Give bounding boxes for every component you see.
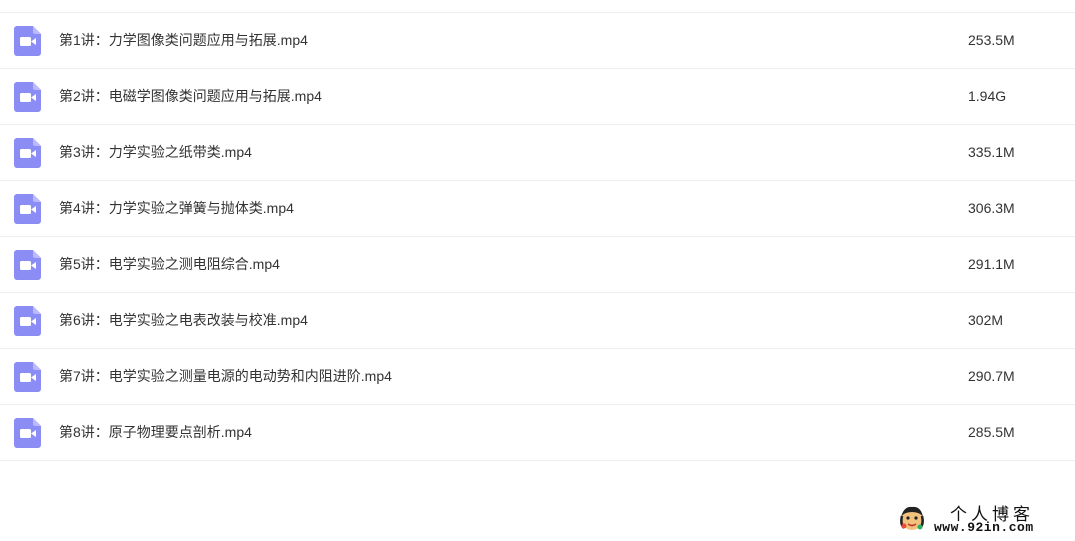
video-file-icon: [14, 26, 41, 56]
file-list: 第1讲：力学图像类问题应用与拓展.mp4 253.5M 第2讲：电磁学图像类问题…: [0, 12, 1075, 461]
video-file-icon: [14, 250, 41, 280]
file-row[interactable]: 第3讲：力学实验之纸带类.mp4 335.1M: [0, 125, 1075, 181]
file-row[interactable]: 第2讲：电磁学图像类问题应用与拓展.mp4 1.94G: [0, 69, 1075, 125]
file-row[interactable]: 第4讲：力学实验之弹簧与抛体类.mp4 306.3M: [0, 181, 1075, 237]
file-name[interactable]: 第8讲：原子物理要点剖析.mp4: [59, 405, 252, 460]
file-row[interactable]: 第5讲：电学实验之测电阻综合.mp4 291.1M: [0, 237, 1075, 293]
file-row[interactable]: 第6讲：电学实验之电表改装与校准.mp4 302M: [0, 293, 1075, 349]
watermark-url: www.92in.com: [934, 520, 1034, 535]
file-row[interactable]: 第7讲：电学实验之测量电源的电动势和内阻进阶.mp4 290.7M: [0, 349, 1075, 405]
video-file-icon: [14, 306, 41, 336]
file-size: 335.1M: [968, 144, 1015, 160]
file-name[interactable]: 第6讲：电学实验之电表改装与校准.mp4: [59, 293, 308, 348]
file-size: 302M: [968, 312, 1004, 328]
file-size: 291.1M: [968, 256, 1015, 272]
file-row[interactable]: 第1讲：力学图像类问题应用与拓展.mp4 253.5M: [0, 13, 1075, 69]
file-size: 290.7M: [968, 368, 1015, 384]
file-name[interactable]: 第5讲：电学实验之测电阻综合.mp4: [59, 237, 280, 292]
file-name[interactable]: 第2讲：电磁学图像类问题应用与拓展.mp4: [59, 69, 322, 124]
video-file-icon: [14, 82, 41, 112]
watermark: 个人博客 www.92in.com: [896, 500, 1066, 536]
video-file-icon: [14, 194, 41, 224]
file-size: 306.3M: [968, 200, 1015, 216]
file-row[interactable]: 第8讲：原子物理要点剖析.mp4 285.5M: [0, 405, 1075, 461]
file-name[interactable]: 第3讲：力学实验之纸带类.mp4: [59, 125, 252, 180]
file-name[interactable]: 第1讲：力学图像类问题应用与拓展.mp4: [59, 13, 308, 68]
file-size: 285.5M: [968, 424, 1015, 440]
file-size: 1.94G: [968, 88, 1007, 104]
video-file-icon: [14, 138, 41, 168]
file-size: 253.5M: [968, 32, 1015, 48]
blog-logo-icon: [898, 504, 926, 532]
video-file-icon: [14, 362, 41, 392]
file-name[interactable]: 第4讲：力学实验之弹簧与抛体类.mp4: [59, 181, 294, 236]
video-file-icon: [14, 418, 41, 448]
file-name[interactable]: 第7讲：电学实验之测量电源的电动势和内阻进阶.mp4: [59, 349, 392, 404]
